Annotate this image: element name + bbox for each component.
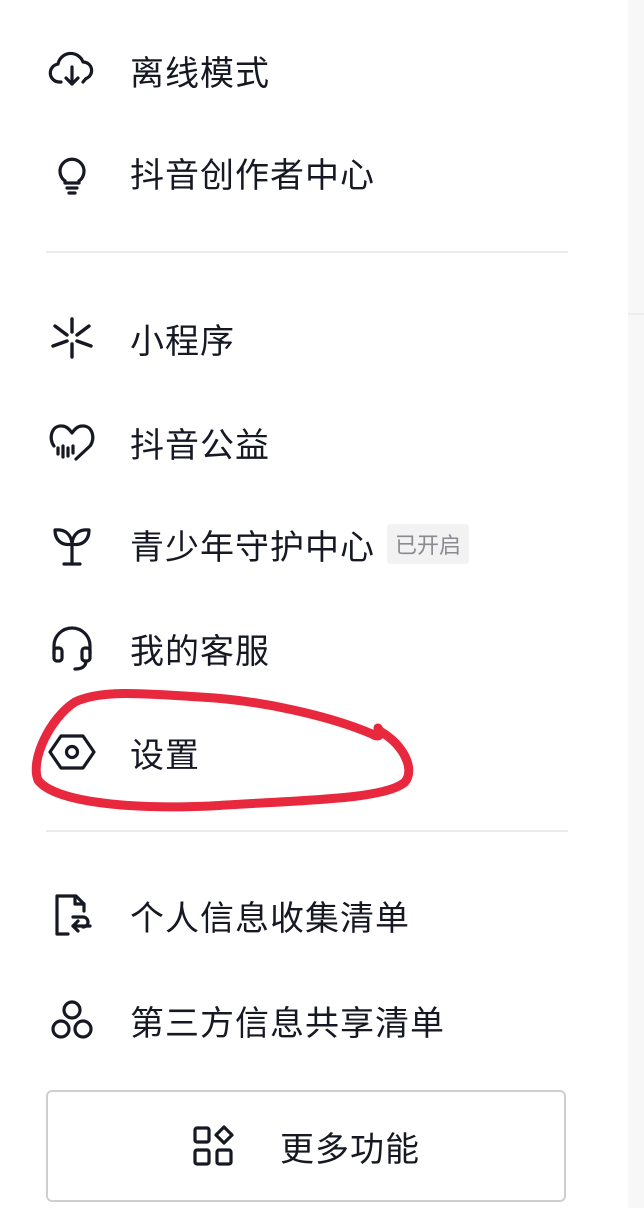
cloud-download-icon	[46, 44, 98, 96]
share-circles-icon	[46, 994, 98, 1046]
document-return-icon	[46, 889, 98, 941]
menu-item-label: 抖音公益	[130, 425, 270, 466]
lightbulb-icon	[46, 146, 98, 198]
menu-item-label: 小程序	[130, 321, 235, 362]
more-features-label: 更多功能	[280, 1129, 420, 1170]
mini-program-icon	[46, 312, 98, 364]
menu-item-personal-info-list[interactable]: 个人信息收集清单	[46, 875, 566, 955]
side-menu-panel: 离线模式 抖音创作者中心 小程序 抖音公益 青少年守护中心 已开启 我的客服 设…	[0, 0, 628, 1208]
menu-item-label: 个人信息收集清单	[130, 898, 410, 939]
adjacent-page-divider	[628, 313, 644, 315]
menu-item-charity[interactable]: 抖音公益	[46, 402, 566, 482]
sprout-icon	[46, 518, 98, 570]
more-features-button[interactable]: 更多功能	[46, 1090, 566, 1202]
menu-item-customer-service[interactable]: 我的客服	[46, 608, 566, 688]
menu-item-label: 青少年守护中心	[130, 527, 375, 568]
menu-item-label: 抖音创作者中心	[130, 155, 375, 196]
charity-heart-icon	[46, 416, 98, 468]
menu-item-creator-center[interactable]: 抖音创作者中心	[46, 132, 566, 212]
status-badge: 已开启	[387, 524, 470, 564]
menu-item-label: 我的客服	[130, 631, 270, 672]
section-divider	[46, 830, 568, 832]
menu-item-settings[interactable]: 设置	[46, 712, 566, 792]
menu-item-offline-mode[interactable]: 离线模式	[46, 30, 566, 110]
menu-item-youth-protection[interactable]: 青少年守护中心 已开启	[46, 504, 566, 584]
menu-item-label: 第三方信息共享清单	[130, 1003, 445, 1044]
menu-item-label: 离线模式	[130, 53, 270, 94]
menu-item-label: 设置	[130, 735, 200, 776]
apps-grid-icon	[192, 1124, 236, 1168]
headset-icon	[46, 622, 98, 674]
menu-item-mini-program[interactable]: 小程序	[46, 298, 566, 378]
section-divider	[46, 251, 568, 253]
settings-hexagon-icon	[46, 726, 98, 778]
menu-item-third-party-share-list[interactable]: 第三方信息共享清单	[46, 980, 566, 1060]
adjacent-page-edge	[628, 0, 644, 1208]
